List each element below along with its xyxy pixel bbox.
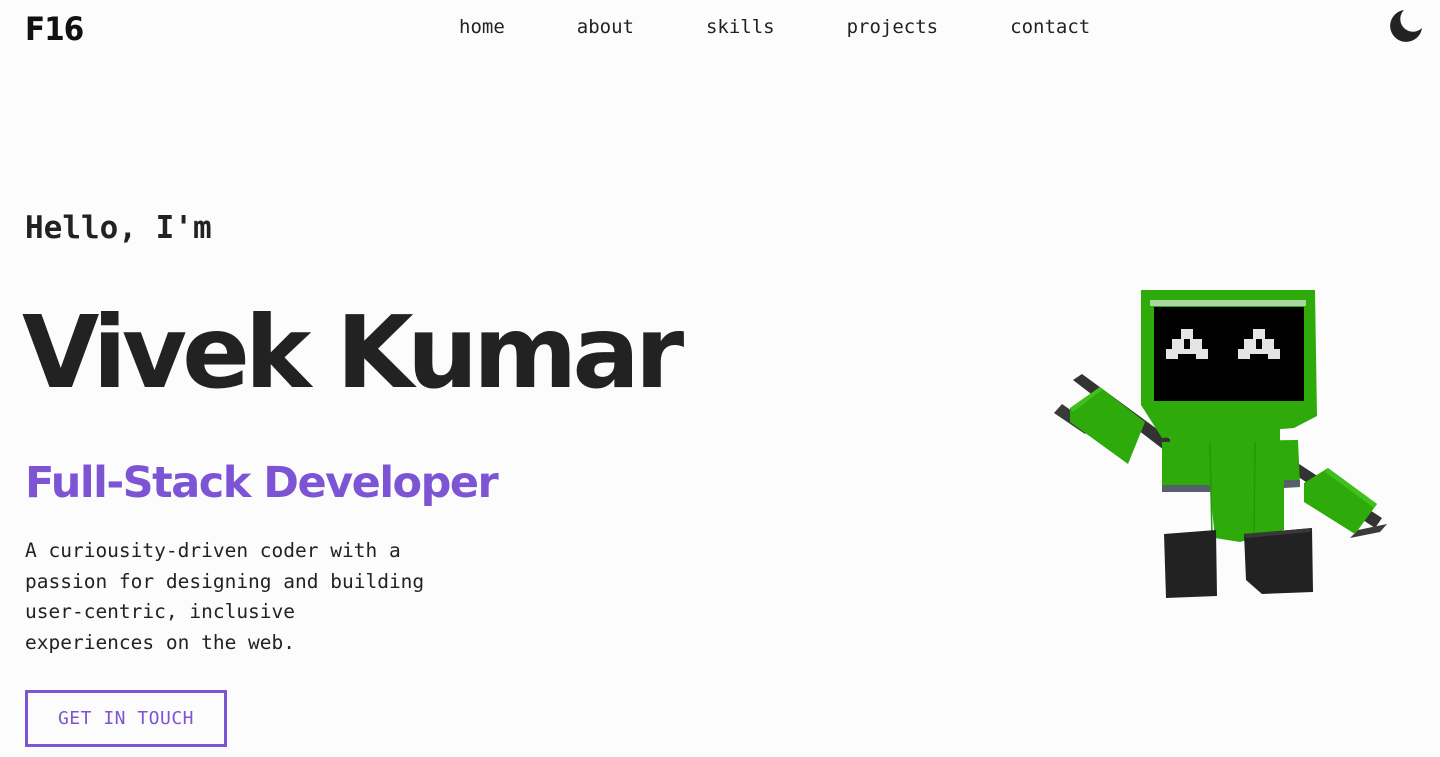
nav-link-contact[interactable]: contact: [1010, 14, 1090, 40]
robot-icon: [1054, 290, 1387, 598]
moon-icon: [1390, 10, 1422, 42]
hero-description: A curiousity-driven coder with a passion…: [25, 539, 425, 654]
main-nav: home about skills projects contact: [459, 14, 1090, 40]
nav-link-home[interactable]: home: [459, 14, 505, 40]
hero-name: Vivek Kumar: [22, 294, 684, 411]
hero-greeting: Hello, I'm: [25, 210, 212, 246]
nav-link-skills[interactable]: skills: [706, 14, 775, 40]
nav-link-projects[interactable]: projects: [847, 14, 939, 40]
robot-illustration: [1040, 280, 1400, 610]
site-logo[interactable]: F16: [25, 10, 84, 48]
theme-toggle-button[interactable]: [1389, 9, 1423, 43]
hero-role: Full-Stack Developer: [25, 458, 499, 508]
nav-link-about[interactable]: about: [577, 14, 634, 40]
get-in-touch-button[interactable]: GET IN TOUCH: [25, 690, 227, 747]
